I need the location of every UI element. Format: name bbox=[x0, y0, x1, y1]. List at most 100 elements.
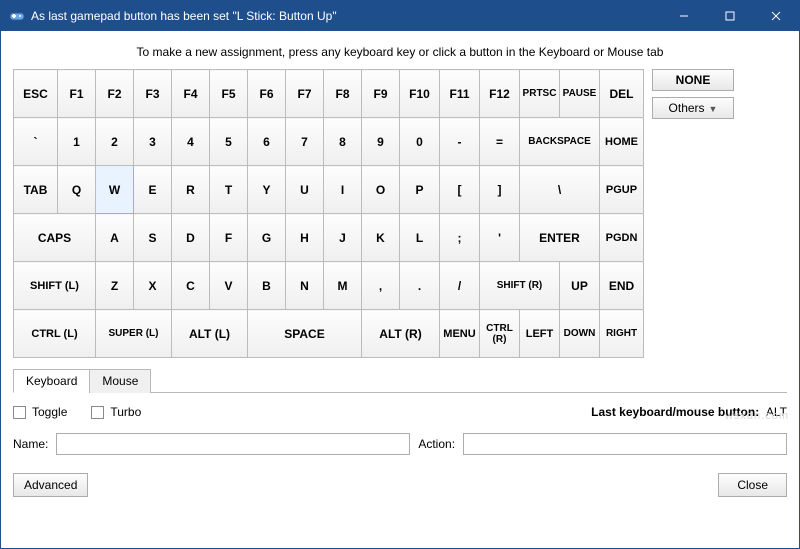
key-f7[interactable]: F7 bbox=[286, 70, 324, 118]
key-f8[interactable]: F8 bbox=[324, 70, 362, 118]
key-8[interactable]: 8 bbox=[324, 118, 362, 166]
others-dropdown[interactable]: Others▼ bbox=[652, 97, 734, 119]
key-left[interactable]: LEFT bbox=[520, 310, 560, 358]
key-backspace[interactable]: BACKSPACE bbox=[520, 118, 600, 166]
key-pause[interactable]: PAUSE bbox=[560, 70, 600, 118]
key-d[interactable]: D bbox=[172, 214, 210, 262]
key-j[interactable]: J bbox=[324, 214, 362, 262]
key-k[interactable]: K bbox=[362, 214, 400, 262]
turbo-checkbox[interactable]: Turbo bbox=[91, 405, 141, 419]
key-q[interactable]: Q bbox=[58, 166, 96, 214]
name-input[interactable] bbox=[56, 433, 410, 455]
close-window-button[interactable] bbox=[753, 1, 799, 31]
key-5[interactable]: 5 bbox=[210, 118, 248, 166]
key-o[interactable]: O bbox=[362, 166, 400, 214]
key-u[interactable]: U bbox=[286, 166, 324, 214]
key-backtick[interactable]: ` bbox=[14, 118, 58, 166]
key-0[interactable]: 0 bbox=[400, 118, 440, 166]
key-rshift[interactable]: SHIFT (R) bbox=[480, 262, 560, 310]
key-4[interactable]: 4 bbox=[172, 118, 210, 166]
key-backslash[interactable]: \ bbox=[520, 166, 600, 214]
tab-keyboard[interactable]: Keyboard bbox=[13, 369, 90, 393]
key-caps[interactable]: CAPS bbox=[14, 214, 96, 262]
key-enter[interactable]: ENTER bbox=[520, 214, 600, 262]
key-r[interactable]: R bbox=[172, 166, 210, 214]
key-6[interactable]: 6 bbox=[248, 118, 286, 166]
key-lshift[interactable]: SHIFT (L) bbox=[14, 262, 96, 310]
key-z[interactable]: Z bbox=[96, 262, 134, 310]
key-ralt[interactable]: ALT (R) bbox=[362, 310, 440, 358]
key-semicolon[interactable]: ; bbox=[440, 214, 480, 262]
key-equals[interactable]: = bbox=[480, 118, 520, 166]
key-comma[interactable]: , bbox=[362, 262, 400, 310]
key-m[interactable]: M bbox=[324, 262, 362, 310]
key-s[interactable]: S bbox=[134, 214, 172, 262]
key-f4[interactable]: F4 bbox=[172, 70, 210, 118]
turbo-label: Turbo bbox=[110, 405, 141, 419]
key-lsuper[interactable]: SUPER (L) bbox=[96, 310, 172, 358]
key-f[interactable]: F bbox=[210, 214, 248, 262]
minimize-button[interactable] bbox=[661, 1, 707, 31]
key-n[interactable]: N bbox=[286, 262, 324, 310]
key-lbracket[interactable]: [ bbox=[440, 166, 480, 214]
key-3[interactable]: 3 bbox=[134, 118, 172, 166]
key-e[interactable]: E bbox=[134, 166, 172, 214]
key-lctrl[interactable]: CTRL (L) bbox=[14, 310, 96, 358]
key-f12[interactable]: F12 bbox=[480, 70, 520, 118]
key-2[interactable]: 2 bbox=[96, 118, 134, 166]
key-y[interactable]: Y bbox=[248, 166, 286, 214]
key-v[interactable]: V bbox=[210, 262, 248, 310]
key-esc[interactable]: ESC bbox=[14, 70, 58, 118]
key-g[interactable]: G bbox=[248, 214, 286, 262]
advanced-button[interactable]: Advanced bbox=[13, 473, 88, 497]
action-input[interactable] bbox=[463, 433, 787, 455]
key-down[interactable]: DOWN bbox=[560, 310, 600, 358]
key-a[interactable]: A bbox=[96, 214, 134, 262]
key-h[interactable]: H bbox=[286, 214, 324, 262]
key-x[interactable]: X bbox=[134, 262, 172, 310]
key-f1[interactable]: F1 bbox=[58, 70, 96, 118]
key-w[interactable]: W bbox=[96, 166, 134, 214]
key-t[interactable]: T bbox=[210, 166, 248, 214]
key-up[interactable]: UP bbox=[560, 262, 600, 310]
key-f6[interactable]: F6 bbox=[248, 70, 286, 118]
key-pgup[interactable]: PGUP bbox=[600, 166, 644, 214]
key-end[interactable]: END bbox=[600, 262, 644, 310]
key-quote[interactable]: ' bbox=[480, 214, 520, 262]
key-period[interactable]: . bbox=[400, 262, 440, 310]
key-menu[interactable]: MENU bbox=[440, 310, 480, 358]
key-f9[interactable]: F9 bbox=[362, 70, 400, 118]
key-p[interactable]: P bbox=[400, 166, 440, 214]
key-b[interactable]: B bbox=[248, 262, 286, 310]
tab-mouse[interactable]: Mouse bbox=[89, 369, 151, 393]
none-button[interactable]: NONE bbox=[652, 69, 734, 91]
key-f2[interactable]: F2 bbox=[96, 70, 134, 118]
key-7[interactable]: 7 bbox=[286, 118, 324, 166]
key-space[interactable]: SPACE bbox=[248, 310, 362, 358]
close-button[interactable]: Close bbox=[718, 473, 787, 497]
key-home[interactable]: HOME bbox=[600, 118, 644, 166]
maximize-button[interactable] bbox=[707, 1, 753, 31]
key-tab[interactable]: TAB bbox=[14, 166, 58, 214]
key-lalt[interactable]: ALT (L) bbox=[172, 310, 248, 358]
key-pgdn[interactable]: PGDN bbox=[600, 214, 644, 262]
key-right[interactable]: RIGHT bbox=[600, 310, 644, 358]
key-del[interactable]: DEL bbox=[600, 70, 644, 118]
key-f5[interactable]: F5 bbox=[210, 70, 248, 118]
key-f11[interactable]: F11 bbox=[440, 70, 480, 118]
key-i[interactable]: I bbox=[324, 166, 362, 214]
key-slash[interactable]: / bbox=[440, 262, 480, 310]
toggle-checkbox[interactable]: Toggle bbox=[13, 405, 67, 419]
tabs: Keyboard Mouse bbox=[13, 368, 787, 393]
key-prtsc[interactable]: PRTSC bbox=[520, 70, 560, 118]
key-rbracket[interactable]: ] bbox=[480, 166, 520, 214]
key-f3[interactable]: F3 bbox=[134, 70, 172, 118]
key-rctrl[interactable]: CTRL (R) bbox=[480, 310, 520, 358]
titlebar: As last gamepad button has been set "L S… bbox=[1, 1, 799, 31]
key-minus[interactable]: - bbox=[440, 118, 480, 166]
key-9[interactable]: 9 bbox=[362, 118, 400, 166]
key-l[interactable]: L bbox=[400, 214, 440, 262]
key-c[interactable]: C bbox=[172, 262, 210, 310]
key-1[interactable]: 1 bbox=[58, 118, 96, 166]
key-f10[interactable]: F10 bbox=[400, 70, 440, 118]
